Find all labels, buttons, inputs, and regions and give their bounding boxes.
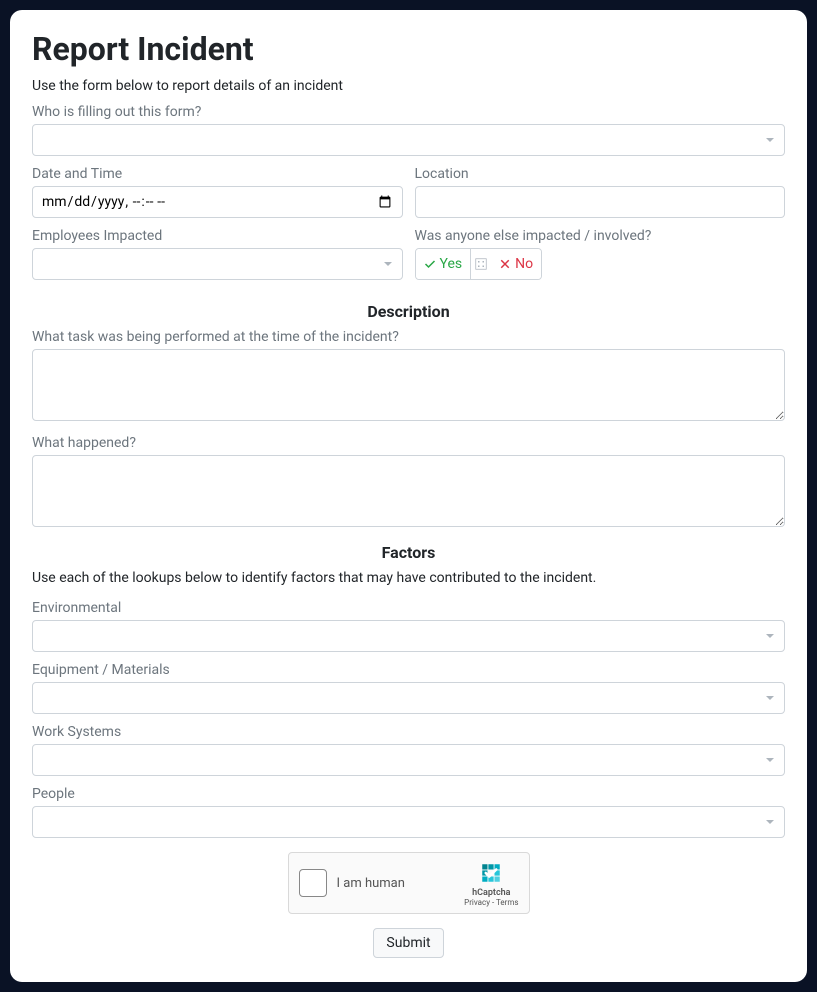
who-label: Who is filling out this form?: [32, 104, 785, 120]
work-systems-label: Work Systems: [32, 724, 785, 740]
chevron-down-icon: [766, 634, 774, 638]
equipment-select[interactable]: [32, 682, 785, 714]
no-label: No: [515, 256, 533, 272]
employees-select[interactable]: [32, 248, 403, 280]
chevron-down-icon: [766, 758, 774, 762]
location-label: Location: [415, 166, 786, 182]
people-label: People: [32, 786, 785, 802]
task-label: What task was being performed at the tim…: [32, 329, 785, 345]
radio-divider-icon: [470, 249, 491, 279]
submit-button[interactable]: Submit: [373, 928, 443, 958]
equipment-label: Equipment / Materials: [32, 662, 785, 678]
captcha-checkbox[interactable]: [299, 869, 327, 897]
chevron-down-icon: [766, 696, 774, 700]
hcaptcha-logo-icon: [477, 859, 505, 887]
factors-heading: Factors: [32, 543, 785, 562]
chevron-down-icon: [384, 262, 392, 266]
form-container: Report Incident Use the form below to re…: [10, 10, 807, 982]
chevron-down-icon: [766, 138, 774, 142]
no-button[interactable]: No: [491, 249, 541, 279]
captcha-text: I am human: [337, 876, 405, 891]
happened-label: What happened?: [32, 435, 785, 451]
happened-textarea[interactable]: [32, 455, 785, 527]
others-impacted-label: Was anyone else impacted / involved?: [415, 228, 786, 244]
datetime-label: Date and Time: [32, 166, 403, 182]
task-textarea[interactable]: [32, 349, 785, 421]
work-systems-select[interactable]: [32, 744, 785, 776]
people-select[interactable]: [32, 806, 785, 838]
factors-subtitle: Use each of the lookups below to identif…: [32, 570, 785, 586]
check-icon: [424, 258, 436, 270]
datetime-input[interactable]: [32, 186, 403, 218]
chevron-down-icon: [766, 820, 774, 824]
captcha-links[interactable]: Privacy - Terms: [464, 898, 518, 908]
page-title: Report Incident: [32, 30, 785, 68]
yes-label: Yes: [440, 256, 463, 272]
environmental-label: Environmental: [32, 600, 785, 616]
environmental-select[interactable]: [32, 620, 785, 652]
page-subtitle: Use the form below to report details of …: [32, 78, 785, 94]
description-heading: Description: [32, 302, 785, 321]
others-impacted-radio-group: Yes No: [415, 248, 543, 280]
who-select[interactable]: [32, 124, 785, 156]
yes-button[interactable]: Yes: [416, 249, 471, 279]
employees-label: Employees Impacted: [32, 228, 403, 244]
captcha-brand: hCaptcha: [464, 889, 518, 898]
location-input[interactable]: [415, 186, 786, 218]
x-icon: [499, 258, 511, 270]
